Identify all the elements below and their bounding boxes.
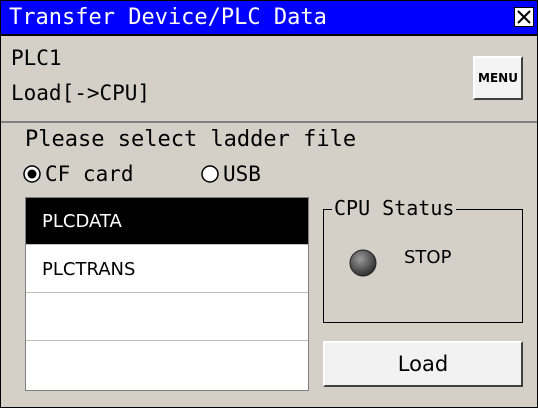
list-item[interactable] xyxy=(26,342,308,389)
radio-cf-card-label: CF card xyxy=(45,162,134,186)
transfer-dialog: Transfer Device/PLC Data PLC1 Load[->CPU… xyxy=(0,0,538,408)
transfer-mode: Load[->CPU] xyxy=(11,81,151,105)
radio-usb[interactable]: USB xyxy=(201,161,261,187)
plc-header: PLC1 Load[->CPU] MENU xyxy=(1,36,537,123)
ladder-file-list[interactable]: PLCDATA PLCTRANS xyxy=(25,197,309,391)
cpu-status-legend: CPU Status xyxy=(332,196,457,220)
window-title: Transfer Device/PLC Data xyxy=(9,5,327,30)
status-led-icon xyxy=(349,249,377,277)
select-prompt: Please select ladder file xyxy=(25,127,357,152)
cpu-status-group: CPU Status STOP xyxy=(323,196,523,323)
menu-button[interactable]: MENU xyxy=(473,56,523,100)
load-button[interactable]: Load xyxy=(323,341,523,387)
close-button[interactable] xyxy=(514,7,534,27)
cpu-state-text: STOP xyxy=(404,247,452,268)
radio-unselected-icon xyxy=(201,165,219,183)
list-item[interactable] xyxy=(26,294,308,341)
plc-name: PLC1 xyxy=(11,46,62,70)
title-bar: Transfer Device/PLC Data xyxy=(1,1,537,36)
list-item[interactable]: PLCDATA xyxy=(26,198,308,245)
radio-usb-label: USB xyxy=(223,162,261,186)
close-icon xyxy=(517,10,531,24)
radio-cf-card[interactable]: CF card xyxy=(23,161,134,187)
radio-selected-icon xyxy=(23,165,41,183)
list-item[interactable]: PLCTRANS xyxy=(26,246,308,293)
